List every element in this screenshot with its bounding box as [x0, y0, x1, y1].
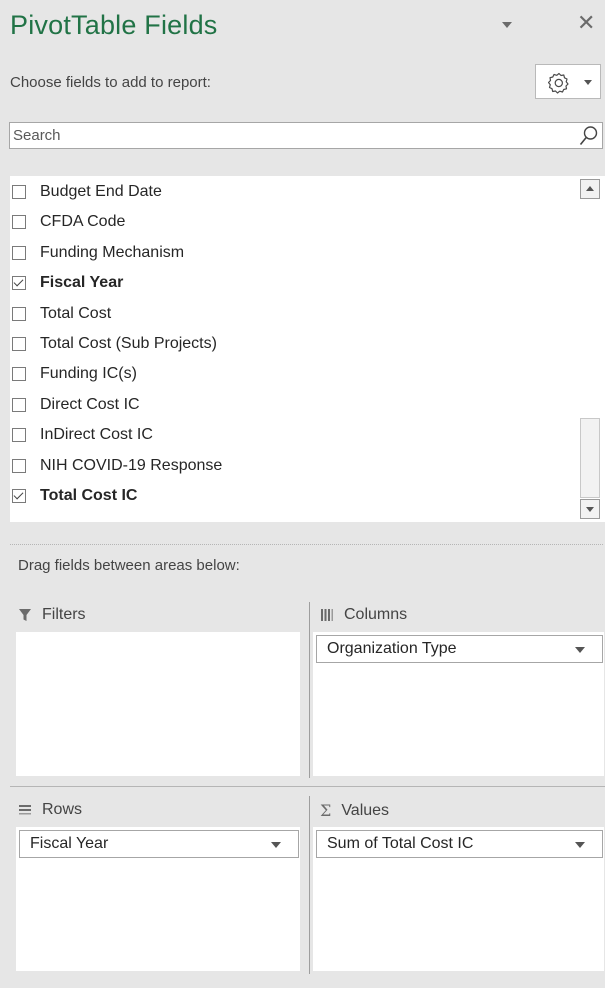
- tools-button[interactable]: [535, 64, 601, 99]
- columns-drop-zone[interactable]: Organization Type: [313, 632, 604, 776]
- rows-drop-zone[interactable]: Fiscal Year: [16, 827, 300, 971]
- field-item[interactable]: NIH COVID-19 Response: [10, 452, 570, 480]
- gear-icon: [548, 72, 569, 94]
- field-checkbox[interactable]: [12, 245, 26, 260]
- field-checkbox[interactable]: [12, 215, 26, 230]
- field-label: Funding Mechanism: [40, 243, 185, 261]
- filter-icon: [19, 609, 31, 621]
- areas-vertical-divider: [309, 796, 310, 974]
- chevron-down-icon[interactable]: [271, 842, 281, 848]
- values-field-label: Sum of Total Cost IC: [327, 835, 474, 852]
- filters-area-header: Filters: [18, 606, 86, 624]
- rows-field-pill[interactable]: Fiscal Year: [19, 830, 299, 858]
- chevron-down-icon: [584, 80, 592, 85]
- values-area-header: Σ Values: [320, 801, 389, 820]
- search-box[interactable]: [9, 122, 603, 149]
- drag-fields-label: Drag fields between areas below:: [18, 557, 240, 574]
- field-checkbox[interactable]: [12, 428, 26, 443]
- field-label: Funding IC(s): [40, 365, 137, 383]
- areas-divider: [10, 786, 605, 787]
- rows-icon: [19, 805, 31, 815]
- field-checkbox[interactable]: [12, 185, 26, 199]
- field-item[interactable]: Total Cost IC: [10, 482, 570, 510]
- columns-area-header: Columns: [320, 606, 407, 624]
- task-pane-options-icon[interactable]: [502, 22, 512, 28]
- values-field-pill[interactable]: Sum of Total Cost IC: [316, 830, 603, 858]
- field-label: Direct Cost IC: [40, 395, 140, 413]
- field-label: Fiscal Year: [40, 274, 124, 292]
- section-divider: [10, 544, 603, 545]
- field-item[interactable]: InDirect Cost IC: [10, 421, 570, 449]
- columns-field-label: Organization Type: [327, 640, 457, 657]
- field-label: Budget End Date: [40, 183, 162, 200]
- field-checkbox[interactable]: [12, 458, 26, 473]
- field-checkbox[interactable]: [12, 306, 26, 321]
- rows-area-label: Rows: [42, 801, 83, 818]
- scroll-down-icon[interactable]: [580, 499, 600, 519]
- columns-area-label: Columns: [344, 606, 408, 623]
- close-icon[interactable]: ✕: [577, 12, 595, 34]
- field-list-scrollbar[interactable]: [578, 176, 605, 522]
- search-icon[interactable]: [579, 125, 599, 147]
- sigma-icon: Σ: [320, 801, 332, 820]
- field-item[interactable]: CFDA Code: [10, 208, 570, 236]
- areas-vertical-divider: [309, 602, 310, 778]
- field-item[interactable]: Total Cost: [10, 300, 570, 328]
- field-label: Total Cost (Sub Projects): [40, 335, 217, 352]
- field-item[interactable]: Direct Cost IC: [10, 391, 570, 419]
- filters-area-label: Filters: [42, 606, 86, 623]
- field-item[interactable]: Fiscal Year: [10, 269, 570, 297]
- values-drop-zone[interactable]: Sum of Total Cost IC: [313, 827, 604, 971]
- values-area-label: Values: [341, 801, 390, 819]
- field-label: CFDA Code: [40, 213, 126, 231]
- choose-fields-label: Choose fields to add to report:: [10, 74, 211, 91]
- field-checkbox[interactable]: [12, 337, 26, 351]
- scroll-up-icon[interactable]: [580, 179, 600, 199]
- filters-drop-zone[interactable]: [16, 632, 300, 776]
- field-checkbox[interactable]: [12, 367, 26, 382]
- field-label: NIH COVID-19 Response: [40, 456, 223, 474]
- field-item[interactable]: Funding Mechanism: [10, 239, 570, 267]
- field-label: InDirect Cost IC: [40, 426, 153, 444]
- chevron-down-icon[interactable]: [575, 647, 585, 653]
- columns-icon: [321, 609, 333, 621]
- field-checkbox[interactable]: [12, 276, 26, 291]
- rows-field-label: Fiscal Year: [30, 835, 109, 852]
- field-label: Total Cost: [40, 304, 112, 322]
- field-list: Budget End Date CFDA Code Funding Mechanis…: [10, 176, 605, 522]
- field-checkbox[interactable]: [12, 397, 26, 412]
- chevron-down-icon[interactable]: [575, 842, 585, 848]
- rows-area-header: Rows: [18, 801, 82, 819]
- search-input[interactable]: [10, 123, 573, 148]
- scroll-thumb[interactable]: [580, 418, 600, 498]
- field-checkbox[interactable]: [12, 489, 26, 503]
- columns-field-pill[interactable]: Organization Type: [316, 635, 603, 663]
- field-item[interactable]: Funding IC(s): [10, 360, 570, 388]
- field-label: Total Cost IC: [40, 487, 138, 504]
- field-item[interactable]: Budget End Date: [10, 178, 570, 206]
- pane-title: PivotTable Fields: [10, 10, 218, 40]
- field-item[interactable]: Total Cost (Sub Projects): [10, 330, 570, 358]
